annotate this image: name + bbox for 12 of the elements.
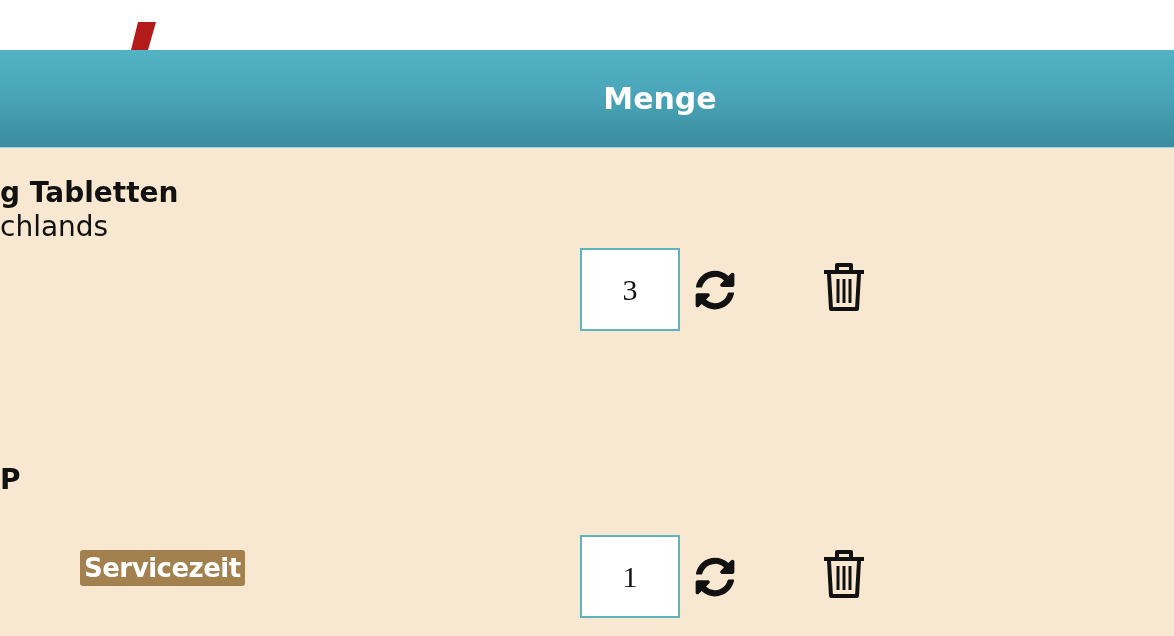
quantity-input[interactable]: 1 <box>580 535 680 618</box>
refresh-icon[interactable] <box>695 556 735 597</box>
slash-logo-icon <box>131 22 156 50</box>
refresh-icon[interactable] <box>695 269 735 310</box>
product-name: P <box>0 463 21 497</box>
trash-icon[interactable] <box>822 549 866 599</box>
product-name: g Tabletten <box>0 176 179 210</box>
quantity-input[interactable]: 3 <box>580 248 680 331</box>
service-hours-tab[interactable]: Servicezeit <box>80 550 245 586</box>
product-detail: chlands <box>0 210 109 244</box>
trash-icon[interactable] <box>822 262 866 312</box>
column-header: Menge <box>603 80 717 117</box>
